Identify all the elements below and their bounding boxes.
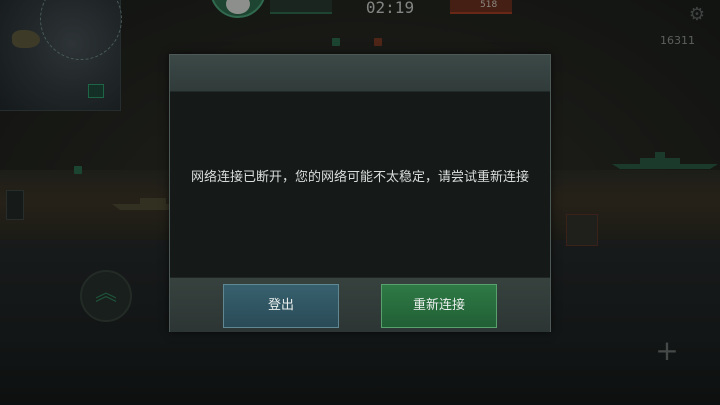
dialog-header — [170, 55, 550, 92]
logout-button[interactable]: 登出 — [223, 284, 339, 328]
dialog-body: 网络连接已断开，您的网络可能不太稳定，请尝试重新连接 — [170, 92, 550, 277]
dialog-footer: 登出 重新连接 — [170, 277, 550, 332]
reconnect-button[interactable]: 重新连接 — [381, 284, 497, 328]
dialog-message: 网络连接已断开，您的网络可能不太稳定，请尝试重新连接 — [190, 170, 529, 185]
disconnect-dialog: 网络连接已断开，您的网络可能不太稳定，请尝试重新连接 登出 重新连接 — [169, 54, 551, 332]
